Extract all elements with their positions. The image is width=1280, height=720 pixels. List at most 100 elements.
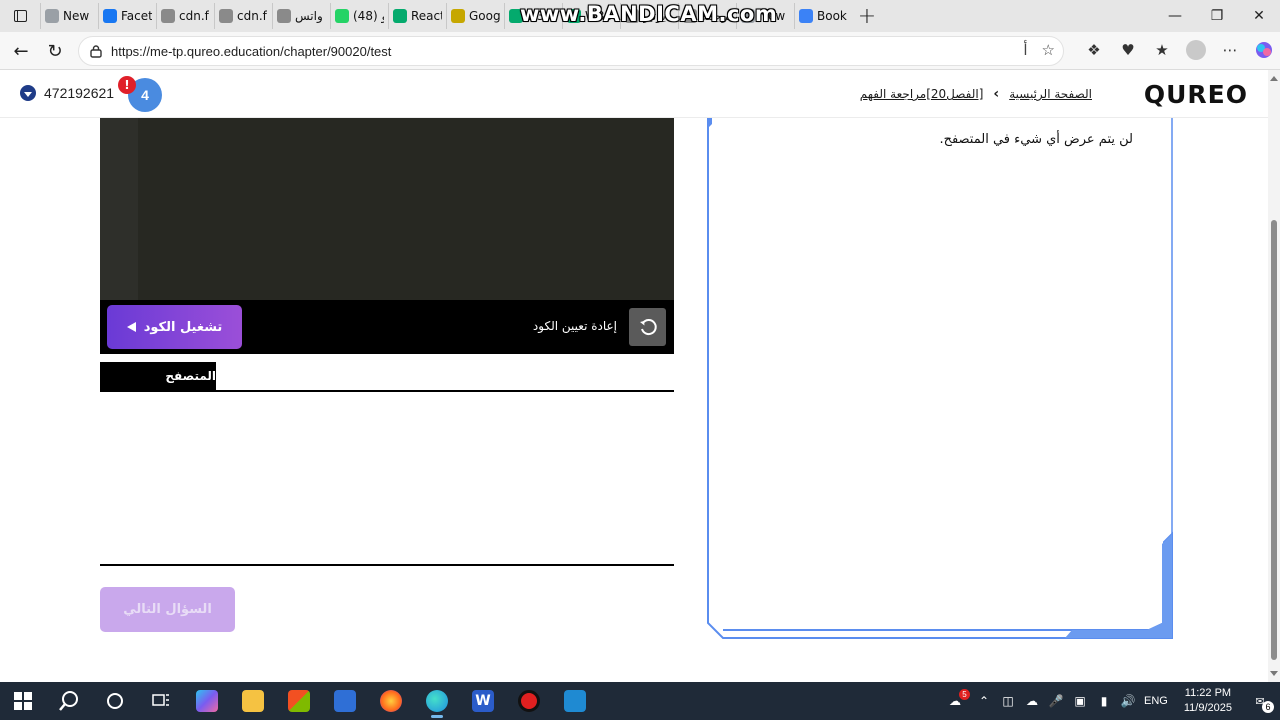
search-icon[interactable] [46,682,92,720]
weather-badge: 5 [959,689,971,700]
reset-icon [639,319,657,336]
more-options-icon[interactable]: ⋯ [1220,39,1240,61]
browser-output-panel [100,392,674,564]
new-tab-button[interactable]: + [852,0,882,32]
browser-tab-label: Goog [469,9,500,23]
profile-icon[interactable] [1186,40,1206,60]
dropdown-arrow-icon [20,85,36,101]
file-explorer-icon[interactable] [230,682,276,720]
back-button[interactable]: ← [8,39,34,63]
favorites-icon[interactable]: ★ [1152,39,1172,61]
volume-icon[interactable]: 🔊 [1120,693,1136,709]
next-question-button[interactable]: السؤال التالي [100,587,235,632]
firefox-icon[interactable] [368,682,414,720]
browser-tab[interactable]: cdn.f [214,3,272,29]
store-icon[interactable] [276,682,322,720]
browser-tab[interactable]: Goog [446,3,504,29]
tab-actions-button[interactable] [0,0,40,32]
scroll-down-arrow-icon[interactable] [1270,671,1278,676]
browser-tab-label: React [411,9,442,23]
question-panel-frame [707,118,1173,639]
browser-tab-label: Book [817,9,847,23]
minimize-button[interactable]: — [1154,0,1196,32]
link-icon [161,9,175,23]
favorite-star-icon[interactable]: ☆ [1042,41,1055,59]
qureo-logo[interactable]: QUREO [1144,80,1248,109]
b-icon [799,9,813,23]
refresh-icon: ↻ [47,40,63,62]
facebook-icon [103,9,117,23]
toolbar-icons: ❖ ♥ ★ ⋯ [1084,39,1274,61]
copilot-icon[interactable] [1254,39,1274,61]
outlook-icon[interactable] [322,682,368,720]
edge-icon[interactable] [414,682,460,720]
browser-tab[interactable]: Book [794,3,852,29]
recording-watermark: www.BANDICAM.com [520,2,778,26]
browser-essentials-icon[interactable]: ♥ [1118,39,1138,61]
vscode-icon[interactable] [552,682,598,720]
run-code-label: تشغيل الكود [143,319,223,335]
browser-tab[interactable]: cdn.f [156,3,214,29]
editor-action-bar: تشغيل الكود إعادة تعيين الكود [100,300,674,354]
w3-icon [393,9,407,23]
divider [100,564,674,566]
windows-taskbar: W ☁ 5 ⌃ ◫ ☁ 🎤 ▣ ▮ 🔊 ENG 11:22 PM 11/9/202… [0,682,1280,720]
close-window-button[interactable]: ✕ [1238,0,1280,32]
scroll-up-arrow-icon[interactable] [1270,76,1278,81]
scrollbar-thumb[interactable] [1271,220,1277,660]
browser-tab[interactable]: New [40,3,98,29]
browser-tab-label: cdn.f [237,9,267,23]
reset-code-button[interactable] [629,308,666,346]
question-panel: لن يتم عرض أي شيء في المتصفح. [707,118,1173,640]
notifications-button[interactable]: ✉ 6 [1248,689,1274,713]
maximize-button[interactable]: ❐ [1196,0,1238,32]
site-header: 472192621 ! 4 الصفحة الرئيسية › [الفصل20… [0,70,1268,118]
back-arrow-icon: ← [13,40,29,62]
address-bar[interactable]: https://me-tp.qureo.education/chapter/90… [78,36,1064,66]
copilot-app-icon[interactable] [184,682,230,720]
question-text: لن يتم عرض أي شيء في المتصفح. [939,132,1133,147]
cortana-icon[interactable] [92,682,138,720]
user-dropdown[interactable]: 472192621 [20,85,114,101]
word-icon[interactable]: W [460,682,506,720]
search-icon [277,9,291,23]
breadcrumb-home-link[interactable]: الصفحة الرئيسية [1009,87,1092,101]
clock[interactable]: 11:22 PM 11/9/2025 [1184,686,1232,716]
chevron-right-icon: › [993,86,1000,102]
microphone-icon[interactable]: 🎤 [1048,693,1064,709]
bandicam-record-icon[interactable] [506,682,552,720]
page-scrollbar[interactable] [1268,70,1280,682]
line-number-gutter [100,118,138,300]
extensions-icon[interactable]: ❖ [1084,39,1104,61]
battery-icon[interactable]: ▮ [1096,693,1112,709]
onedrive-icon[interactable]: ☁ [1024,693,1040,709]
read-aloud-icon[interactable]: أ [1023,41,1027,59]
language-indicator[interactable]: ENG [1144,695,1168,707]
code-editor[interactable] [100,118,674,300]
task-view-icon[interactable] [138,682,184,720]
play-icon [126,322,136,332]
reset-code-label[interactable]: إعادة تعيين الكود [533,319,617,333]
device-icon[interactable]: ◫ [1000,693,1016,709]
run-code-button[interactable]: تشغيل الكود [107,305,242,349]
display-icon[interactable]: ▣ [1072,693,1088,709]
refresh-button[interactable]: ↻ [42,39,68,63]
page-icon [45,9,59,23]
browser-output-tab[interactable]: المتصفح [100,362,216,390]
browser-tab[interactable]: (48) و [330,3,388,29]
site-info-icon[interactable] [89,44,103,58]
windows-start-icon[interactable] [0,682,46,720]
url-text[interactable]: https://me-tp.qureo.education/chapter/90… [111,44,391,59]
system-tray: ☁ 5 ⌃ ◫ ☁ 🎤 ▣ ▮ 🔊 ENG 11:22 PM 11/9/2025 … [942,682,1280,720]
browser-tab[interactable]: واتس [272,3,330,29]
browser-tab-label: Facet [121,9,152,23]
clock-time: 11:22 PM [1184,687,1232,699]
breadcrumb-chapter-link[interactable]: [الفصل20]مراجعة الفهم [860,87,984,101]
user-id-text: 472192621 [44,85,115,101]
browser-tab-label: cdn.f [179,9,209,23]
browser-tab[interactable]: Facet [98,3,156,29]
browser-tab[interactable]: React [388,3,446,29]
browser-tab-label: New [63,9,90,23]
weather-icon[interactable]: ☁ 5 [942,689,971,709]
show-hidden-icons-icon[interactable]: ⌃ [976,693,992,709]
